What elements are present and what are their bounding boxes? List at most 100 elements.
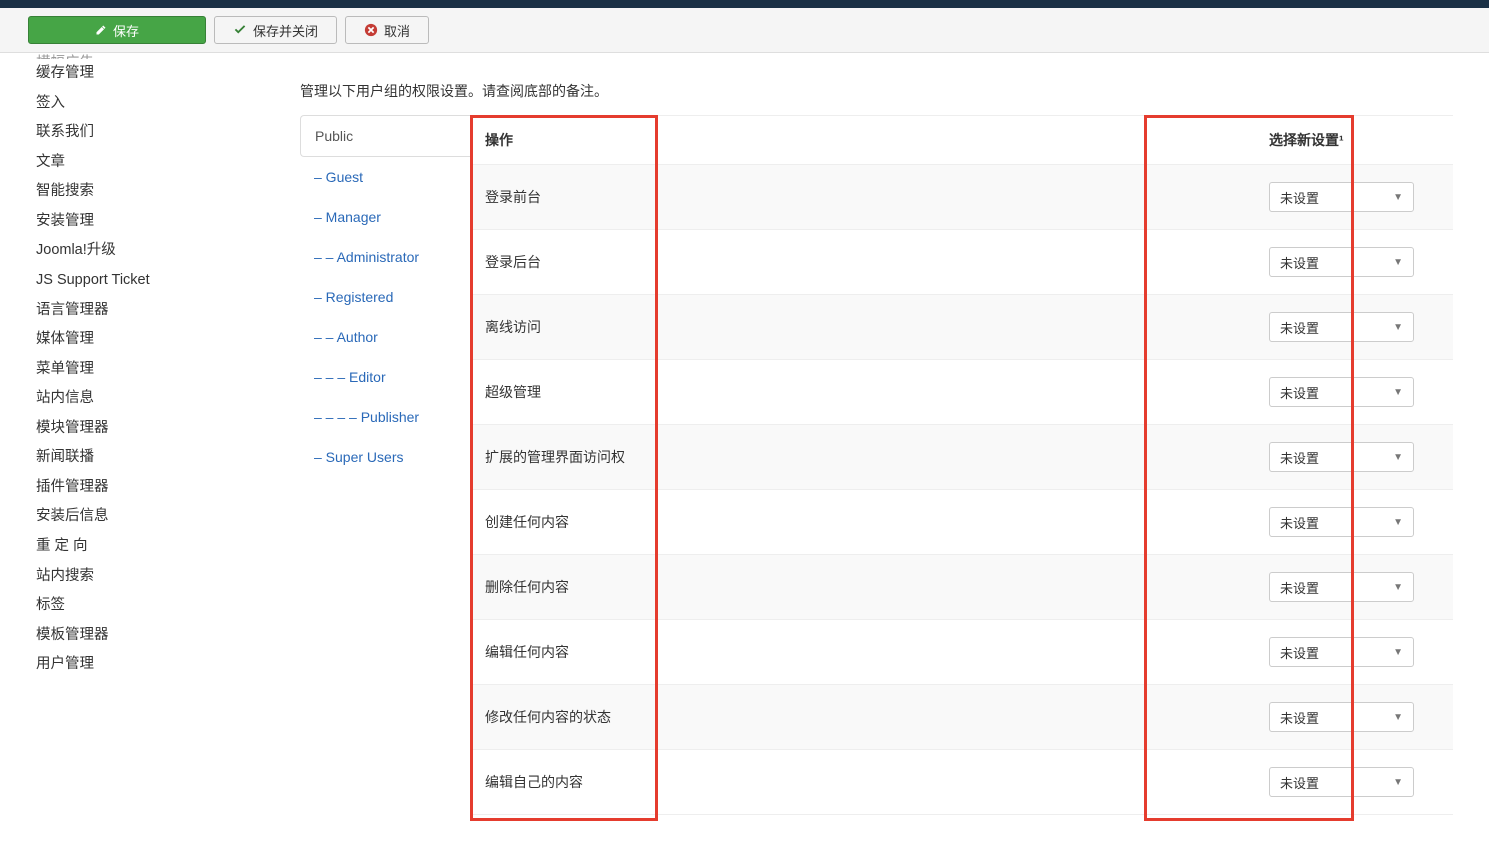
permission-select-value: 未设置 [1280,188,1319,207]
permission-select[interactable]: 未设置 ▼ [1269,182,1414,212]
chevron-down-icon: ▼ [1393,777,1403,788]
permissions-table: 操作 选择新设置¹ 登录前台未设置▼登录后台未设置▼离线访问未设置▼超级管理未设… [470,115,1453,815]
permission-action-label: 超级管理 [471,360,1253,424]
toolbar: 保存 保存并关闭 取消 [0,8,1489,53]
permission-select-value: 未设置 [1280,773,1319,792]
chevron-down-icon: ▼ [1393,452,1403,463]
permission-select-value: 未设置 [1280,253,1319,272]
sidebar-item[interactable]: 智能搜索 [36,177,280,207]
permission-action-label: 编辑任何内容 [471,620,1253,684]
sidebar-item[interactable]: JS Support Ticket [36,266,280,296]
permission-action-label: 离线访问 [471,295,1253,359]
sidebar-item[interactable]: 文章 [36,148,280,178]
usergroup-tab[interactable]: – – – – Publisher [300,397,470,437]
usergroup-tab[interactable]: – – Author [300,317,470,357]
save-icon [95,24,107,36]
permission-select-value: 未设置 [1280,513,1319,532]
usergroup-tab[interactable]: – Guest [300,157,470,197]
permission-row: 登录后台 未设置 ▼ [471,230,1453,295]
cancel-icon [364,23,378,37]
permission-setting-cell: 未设置 ▼ [1253,750,1453,814]
permission-select[interactable]: 未设置▼ [1269,377,1414,407]
sidebar-item[interactable]: 菜单管理 [36,355,280,385]
sidebar-item[interactable]: 横幅广告 [36,49,280,59]
chevron-down-icon: ▼ [1393,582,1403,593]
usergroup-tab[interactable]: – Manager [300,197,470,237]
permission-action-label: 修改任何内容的状态 [471,685,1253,749]
permission-select[interactable]: 未设置▼ [1269,637,1414,667]
permission-row: 编辑自己的内容 未设置 ▼ [471,750,1453,815]
save-button[interactable]: 保存 [28,16,206,44]
sidebar: 横幅广告缓存管理签入联系我们文章智能搜索安装管理Joomla!升级JS Supp… [0,53,280,843]
sidebar-item[interactable]: 模块管理器 [36,414,280,444]
permission-row: 超级管理未设置▼ [471,360,1453,425]
permission-action-label: 删除任何内容 [471,555,1253,619]
permission-select[interactable]: 未设置▼ [1269,572,1414,602]
check-icon [233,23,247,37]
permission-select[interactable]: 未设置 ▼ [1269,442,1414,472]
usergroup-tab[interactable]: Public [300,115,471,157]
sidebar-item[interactable]: 模板管理器 [36,621,280,651]
header-action: 操作 [471,116,1253,165]
permission-select-value: 未设置 [1280,708,1319,727]
permission-select[interactable]: 未设置▼ [1269,312,1414,342]
chevron-down-icon: ▼ [1393,517,1403,528]
sidebar-item[interactable]: 重 定 向 [36,532,280,562]
usergroup-tab[interactable]: – – – Editor [300,357,470,397]
sidebar-item[interactable]: 缓存管理 [36,59,280,89]
sidebar-item[interactable]: 标签 [36,591,280,621]
permission-select-value: 未设置 [1280,643,1319,662]
sidebar-item[interactable]: 插件管理器 [36,473,280,503]
usergroup-tab[interactable]: – – Administrator [300,237,470,277]
main-area: 横幅广告缓存管理签入联系我们文章智能搜索安装管理Joomla!升级JS Supp… [0,53,1489,843]
permission-action-label: 登录前台 [471,165,1253,229]
sidebar-item[interactable]: 安装后信息 [36,502,280,532]
permission-select[interactable]: 未设置 ▼ [1269,767,1414,797]
sidebar-item[interactable]: 用户管理 [36,650,280,680]
permission-action-label: 编辑自己的内容 [471,750,1253,814]
permissions-layout: Public– Guest– Manager– – Administrator–… [300,115,1453,815]
permission-select-value: 未设置 [1280,318,1319,337]
permission-select[interactable]: 未设置 ▼ [1269,507,1414,537]
sidebar-item[interactable]: 新闻联播 [36,443,280,473]
chevron-down-icon: ▼ [1393,192,1403,203]
chevron-down-icon: ▼ [1393,387,1403,398]
permission-row: 删除任何内容未设置▼ [471,555,1453,620]
permission-setting-cell: 未设置▼ [1253,295,1453,359]
header-setting: 选择新设置¹ [1253,116,1453,165]
chevron-down-icon: ▼ [1393,712,1403,723]
permission-row: 扩展的管理界面访问权 未设置 ▼ [471,425,1453,490]
save-close-button-label: 保存并关闭 [253,21,318,40]
permission-setting-cell: 未设置 ▼ [1253,230,1453,294]
permission-select[interactable]: 未设置 ▼ [1269,702,1414,732]
permissions-intro: 管理以下用户组的权限设置。请查阅底部的备注。 [300,81,1453,101]
sidebar-item[interactable]: 联系我们 [36,118,280,148]
permission-row: 编辑任何内容未设置▼ [471,620,1453,685]
permission-setting-cell: 未设置▼ [1253,555,1453,619]
chevron-down-icon: ▼ [1393,257,1403,268]
save-button-label: 保存 [113,21,139,40]
sidebar-item[interactable]: Joomla!升级 [36,236,280,266]
sidebar-item[interactable]: 媒体管理 [36,325,280,355]
cancel-button-label: 取消 [384,21,410,40]
sidebar-item[interactable]: 站内搜索 [36,562,280,592]
usergroup-tab[interactable]: – Super Users [300,437,470,477]
sidebar-item[interactable]: 站内信息 [36,384,280,414]
permissions-header: 操作 选择新设置¹ [471,116,1453,165]
top-bar [0,0,1489,8]
permission-row: 修改任何内容的状态 未设置 ▼ [471,685,1453,750]
permission-select[interactable]: 未设置 ▼ [1269,247,1414,277]
permission-setting-cell: 未设置 ▼ [1253,490,1453,554]
cancel-button[interactable]: 取消 [345,16,429,44]
sidebar-item[interactable]: 安装管理 [36,207,280,237]
permission-action-label: 扩展的管理界面访问权 [471,425,1253,489]
save-close-button[interactable]: 保存并关闭 [214,16,337,44]
permission-setting-cell: 未设置 ▼ [1253,165,1453,229]
usergroup-tab[interactable]: – Registered [300,277,470,317]
permission-action-label: 登录后台 [471,230,1253,294]
sidebar-item[interactable]: 签入 [36,89,280,119]
sidebar-item[interactable]: 语言管理器 [36,296,280,326]
usergroup-tabs: Public– Guest– Manager– – Administrator–… [300,115,470,815]
permission-select-value: 未设置 [1280,448,1319,467]
permission-setting-cell: 未设置 ▼ [1253,425,1453,489]
